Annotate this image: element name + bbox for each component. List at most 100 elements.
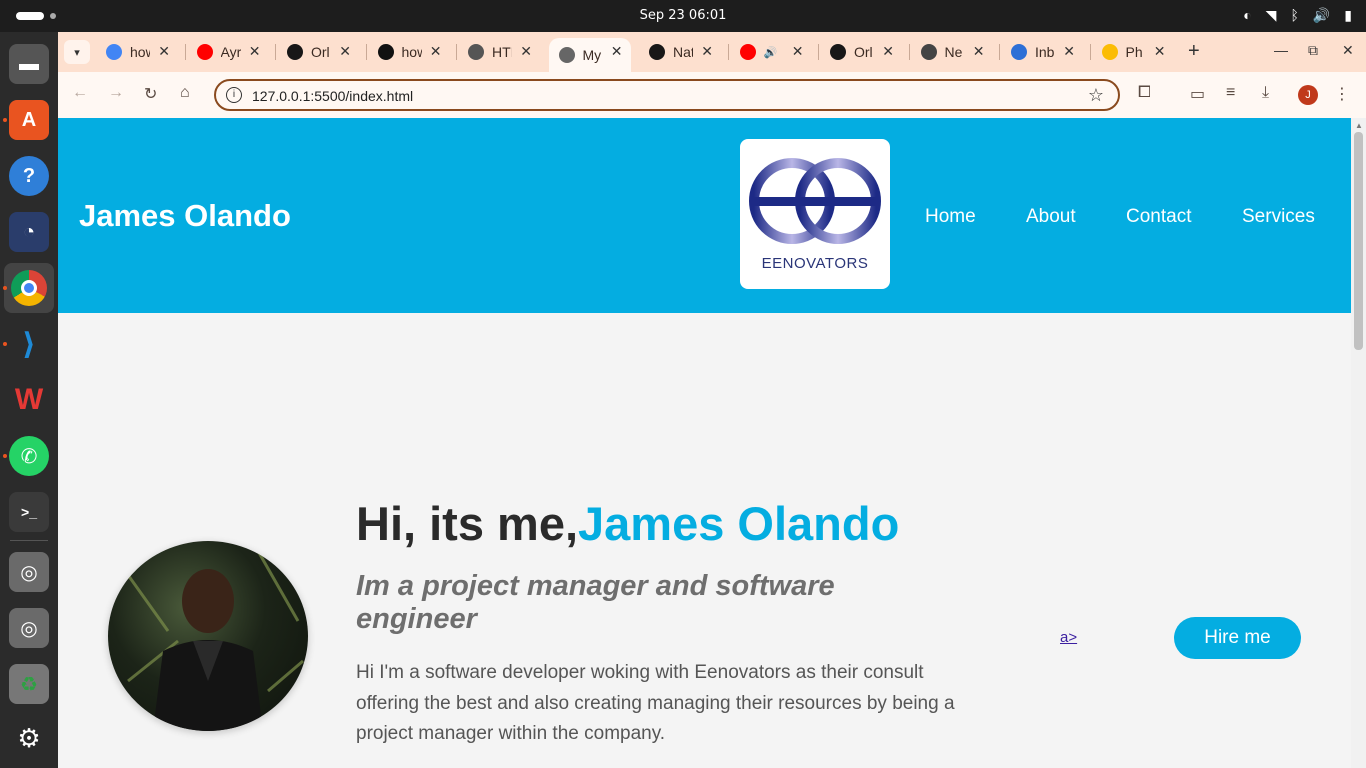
timer-icon[interactable]: ◔ [9, 212, 49, 252]
system-tray[interactable]: ◐ ◥ ᛒ 🔊 ▮ [1243, 7, 1352, 24]
tab-separator [275, 44, 276, 60]
nav-about[interactable]: About [1026, 206, 1076, 228]
browser-tab[interactable]: HTI ✕ [458, 38, 540, 66]
google-icon [106, 44, 122, 60]
accessibility-icon[interactable]: ◐ [1243, 7, 1251, 24]
url-text[interactable]: 127.0.0.1:5500/index.html [252, 88, 413, 104]
running-indicator [3, 118, 7, 122]
show-apps-icon[interactable]: ⚙ [9, 718, 49, 758]
browser-tab[interactable]: Ne ✕ [911, 38, 993, 66]
tab-search-button[interactable]: ▾ [64, 40, 90, 64]
application-dock: ▬ A ? ◔ ⟩ W ✆ >_ ◎ ◎ ♻ ⚙ [0, 32, 58, 768]
hire-me-button[interactable]: Hire me [1174, 617, 1301, 659]
chrome-icon[interactable] [4, 263, 54, 313]
browser-tab[interactable]: Ayr ✕ [187, 38, 269, 66]
stray-link[interactable]: a> [1060, 629, 1077, 646]
close-tab-icon[interactable]: ✕ [339, 43, 351, 60]
close-tab-icon[interactable]: ✕ [1154, 43, 1166, 60]
vscode-icon[interactable]: ⟩ [9, 324, 49, 364]
running-indicator [3, 342, 7, 346]
page-scrollbar[interactable]: ▲ [1351, 118, 1366, 768]
close-tab-icon[interactable]: ✕ [158, 43, 170, 60]
terminal-icon[interactable]: >_ [9, 492, 49, 532]
disk-icon[interactable]: ◎ [9, 552, 49, 592]
new-tab-button[interactable]: + [1188, 40, 1200, 63]
bookmark-star-icon[interactable]: ☆ [1088, 85, 1104, 106]
youtube-icon [196, 44, 213, 60]
youtube-icon [739, 44, 756, 60]
browser-tab[interactable]: Nat ✕ [639, 38, 721, 66]
nav-services[interactable]: Services [1242, 206, 1315, 228]
browser-tab[interactable]: Orl ✕ [820, 38, 902, 66]
address-bar[interactable]: i 127.0.0.1:5500/index.html ☆ [214, 79, 1120, 111]
hero-name: James Olando [578, 497, 900, 550]
browser-window: ▾ how✕Ayr✕Orl✕how✕HTI✕My✕Nat✕🔊✕Orl✕Ne✕In… [58, 32, 1366, 768]
app-center-icon[interactable]: A [9, 100, 49, 140]
browser-tab[interactable]: how ✕ [368, 38, 450, 66]
scrollbar-thumb[interactable] [1354, 132, 1363, 350]
menu-icon[interactable]: ⋮ [1334, 84, 1350, 104]
cast-icon[interactable]: ▭ [1190, 84, 1205, 104]
browser-tab[interactable]: Orl ✕ [277, 38, 359, 66]
tab-label: Orl [854, 44, 873, 60]
system-top-bar: Sep 23 06:01 ◐ ◥ ᛒ 🔊 ▮ [0, 0, 1366, 32]
browser-tab[interactable]: My ✕ [548, 38, 631, 72]
tab-separator [365, 44, 367, 60]
close-tab-icon[interactable]: ✕ [249, 43, 261, 60]
close-tab-icon[interactable]: ✕ [701, 43, 713, 60]
tab-audio-icon[interactable]: 🔊 [764, 46, 778, 59]
browser-tab[interactable]: 🔊 ✕ [730, 38, 812, 66]
close-tab-icon[interactable]: ✕ [1063, 43, 1075, 60]
disk-icon[interactable]: ◎ [9, 608, 49, 648]
close-tab-icon[interactable]: ✕ [882, 43, 894, 60]
tab-separator [1089, 44, 1091, 60]
bluetooth-icon[interactable]: ᛒ [1290, 7, 1298, 24]
browser-tab[interactable]: Inb ✕ [1001, 38, 1083, 66]
wps-office-icon[interactable]: W [9, 380, 49, 420]
download-icon[interactable]: ⤓ [1262, 84, 1269, 102]
media-control-icon[interactable]: ≡ [1226, 84, 1235, 102]
browser-tab[interactable]: Ph ✕ [1092, 38, 1174, 66]
photos-icon [1101, 44, 1118, 60]
minimize-button[interactable]: — [1274, 42, 1288, 58]
close-window-button[interactable]: ✕ [1342, 42, 1354, 59]
close-tab-icon[interactable]: ✕ [520, 43, 532, 60]
forward-button[interactable]: → [108, 84, 124, 102]
tab-label: HTI [492, 44, 512, 60]
system-clock[interactable]: Sep 23 06:01 [0, 8, 1366, 23]
site-info-icon[interactable]: i [226, 87, 242, 103]
close-tab-icon[interactable]: ✕ [792, 43, 804, 60]
hero-title: Hi, its me,James Olando [356, 496, 899, 551]
home-button[interactable]: ⌂ [180, 84, 190, 102]
back-button[interactable]: ← [72, 84, 88, 102]
maximize-button[interactable]: ⧉ [1308, 42, 1318, 59]
hero-description: Hi I'm a software developer woking with … [356, 662, 955, 744]
battery-icon[interactable]: ▮ [1344, 7, 1352, 24]
github-icon [649, 44, 665, 60]
page-viewport: James Olando EENOVATORS Home About Conta… [58, 118, 1351, 768]
nav-home[interactable]: Home [925, 206, 976, 228]
eenovators-logo-icon [749, 158, 881, 244]
files-icon[interactable]: ▬ [9, 44, 49, 84]
browser-toolbar: ← → ↻ ⌂ i 127.0.0.1:5500/index.html ☆ ⧠ … [58, 72, 1366, 118]
close-tab-icon[interactable]: ✕ [973, 43, 985, 60]
help-icon[interactable]: ? [9, 156, 49, 196]
tab-label: Nat [673, 44, 693, 60]
trash-icon[interactable]: ♻ [9, 664, 49, 704]
dock-separator [10, 540, 48, 541]
tab-label: how [130, 44, 150, 60]
person-photo-icon [116, 550, 304, 731]
close-tab-icon[interactable]: ✕ [611, 43, 623, 60]
browser-tab[interactable]: how ✕ [96, 38, 178, 66]
extensions-icon[interactable]: ⧠ [1138, 84, 1151, 102]
wifi-icon[interactable]: ◥ [1266, 7, 1277, 24]
nav-contact[interactable]: Contact [1126, 206, 1191, 228]
close-tab-icon[interactable]: ✕ [430, 43, 442, 60]
profile-avatar[interactable]: J [1298, 85, 1318, 105]
tab-label: Orl [311, 44, 330, 60]
scroll-up-icon[interactable]: ▲ [1355, 121, 1363, 130]
volume-icon[interactable]: 🔊 [1313, 7, 1330, 24]
reload-button[interactable]: ↻ [144, 84, 157, 104]
whatsapp-icon[interactable]: ✆ [9, 436, 49, 476]
company-logo: EENOVATORS [740, 139, 890, 289]
